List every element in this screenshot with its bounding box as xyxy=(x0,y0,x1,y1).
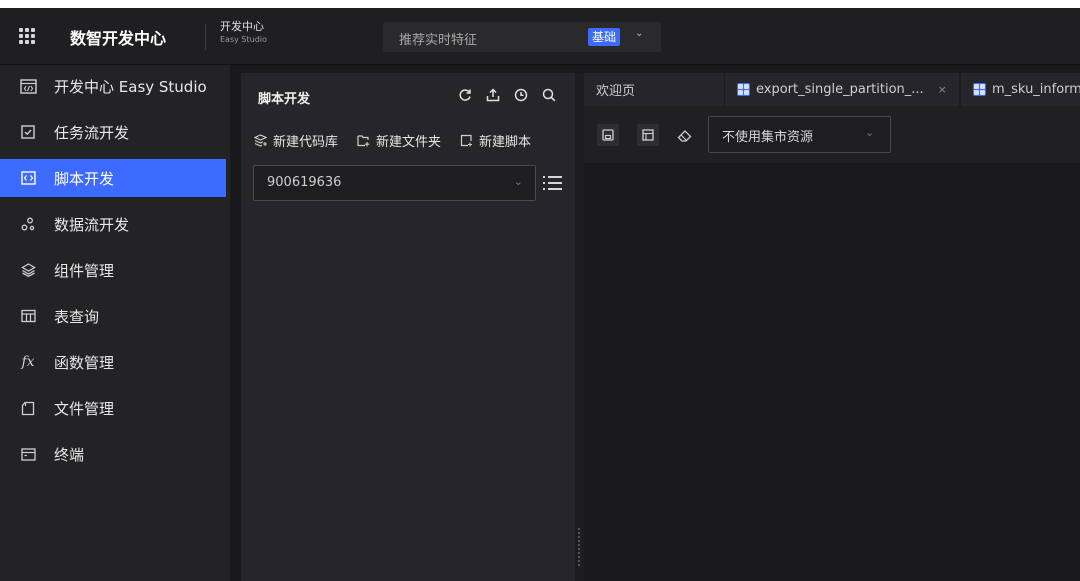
script-file-icon xyxy=(737,83,750,96)
new-script-icon xyxy=(459,134,473,148)
sidebar: 开发中心 Easy Studio 任务流开发 脚本开发 数据流开发 组件管理 表… xyxy=(0,65,230,581)
sidebar-item-label: 脚本开发 xyxy=(54,169,115,188)
project-tag: 基础 xyxy=(588,28,621,46)
resource-select-value: 不使用集市资源 xyxy=(722,130,814,145)
new-repo-button[interactable]: 新建代码库 xyxy=(253,131,338,150)
grid-icon[interactable] xyxy=(19,28,35,44)
sidebar-item-label: 函数管理 xyxy=(54,353,115,372)
table-icon xyxy=(19,307,37,325)
panel-title: 脚本开发 xyxy=(258,92,311,107)
new-repo-label: 新建代码库 xyxy=(273,135,339,150)
sidebar-item-studio[interactable]: 开发中心 Easy Studio xyxy=(0,67,226,105)
sidebar-item-script[interactable]: 脚本开发 xyxy=(0,159,226,197)
new-folder-label: 新建文件夹 xyxy=(376,135,442,150)
product-title-zh: 开发中心 xyxy=(220,20,264,33)
function-icon: fx xyxy=(21,354,35,370)
refresh-icon[interactable] xyxy=(456,86,474,104)
sidebar-item-label: 任务流开发 xyxy=(54,123,130,142)
eraser-icon[interactable] xyxy=(673,124,695,146)
app-window: 数智开发中心 开发中心 Easy Studio 推荐实时特征 基础 ⌄ 开发中心… xyxy=(0,8,1080,581)
tab-welcome[interactable]: 欢迎页 xyxy=(584,73,724,106)
close-icon[interactable]: × xyxy=(938,83,947,96)
code-editor[interactable] xyxy=(584,163,1080,581)
layout-icon[interactable] xyxy=(637,124,659,146)
chevron-down-icon: ⌄ xyxy=(513,175,523,188)
layers-icon xyxy=(19,261,37,279)
search-icon[interactable] xyxy=(540,86,558,104)
editor-toolbar: 不使用集市资源 ⌄ xyxy=(584,114,1080,156)
history-icon[interactable] xyxy=(512,86,530,104)
sidebar-item-taskflow[interactable]: 任务流开发 xyxy=(0,113,226,151)
sidebar-item-label: 数据流开发 xyxy=(54,215,130,234)
checkbox-icon xyxy=(19,123,37,141)
panel-toolbar xyxy=(456,86,558,104)
code-icon xyxy=(19,169,37,187)
editor-tabs: 欢迎页 export_single_partition_... × m_sku_… xyxy=(584,73,1080,106)
sidebar-item-dataflow[interactable]: 数据流开发 xyxy=(0,205,226,243)
brand-divider xyxy=(205,24,206,50)
panel-splitter[interactable] xyxy=(575,73,584,581)
chevron-down-icon: ⌄ xyxy=(865,126,875,139)
sidebar-item-label: 开发中心 Easy Studio xyxy=(54,77,207,96)
panel-actions: 新建代码库 新建文件夹 新建脚本 xyxy=(253,131,549,150)
sidebar-item-label: 文件管理 xyxy=(54,399,115,418)
tab-export-single-partition[interactable]: export_single_partition_... × xyxy=(725,73,959,106)
splitter-grip[interactable] xyxy=(578,528,580,566)
sidebar-item-label: 终端 xyxy=(54,445,85,464)
dataflow-icon xyxy=(19,215,37,233)
studio-icon xyxy=(19,77,37,95)
terminal-icon xyxy=(19,445,37,463)
tab-label: m_sku_inform xyxy=(992,82,1080,97)
new-folder-button[interactable]: 新建文件夹 xyxy=(356,131,441,150)
sidebar-item-table-query[interactable]: 表查询 xyxy=(0,297,226,335)
new-folder-icon xyxy=(356,134,370,148)
sidebar-item-components[interactable]: 组件管理 xyxy=(0,251,226,289)
sidebar-item-label: 组件管理 xyxy=(54,261,115,280)
project-selector[interactable]: 推荐实时特征 基础 ⌄ xyxy=(383,22,661,52)
product-title: 开发中心 Easy Studio xyxy=(220,21,267,46)
new-script-label: 新建脚本 xyxy=(479,135,532,150)
brand-title: 数智开发中心 xyxy=(70,29,167,48)
product-title-en: Easy Studio xyxy=(220,35,267,44)
tab-m-sku-inform[interactable]: m_sku_inform xyxy=(961,73,1080,106)
repo-select-value: 900619636 xyxy=(267,175,342,190)
new-script-button[interactable]: 新建脚本 xyxy=(459,131,531,150)
script-file-icon xyxy=(973,83,986,96)
sidebar-item-functions[interactable]: fx 函数管理 xyxy=(0,343,226,381)
upload-icon[interactable] xyxy=(484,86,502,104)
save-icon[interactable] xyxy=(597,124,619,146)
sidebar-item-terminal[interactable]: 终端 xyxy=(0,435,226,473)
chevron-down-icon[interactable]: ⌄ xyxy=(635,28,643,39)
folder-icon xyxy=(19,399,37,417)
editor-area: 欢迎页 export_single_partition_... × m_sku_… xyxy=(584,73,1080,581)
sidebar-item-label: 表查询 xyxy=(54,307,100,326)
resource-select[interactable]: 不使用集市资源 ⌄ xyxy=(708,116,891,153)
repo-select[interactable]: 900619636 ⌄ xyxy=(253,165,536,201)
new-repo-icon xyxy=(253,134,267,148)
list-icon[interactable] xyxy=(543,173,563,193)
sidebar-item-files[interactable]: 文件管理 xyxy=(0,389,226,427)
project-name: 推荐实时特征 xyxy=(399,33,478,48)
tab-label: export_single_partition_... xyxy=(756,82,924,97)
tab-label: 欢迎页 xyxy=(596,84,636,99)
script-panel: 脚本开发 新建代码库 新建文件夹 新建脚本 900619636 ⌄ xyxy=(241,73,575,581)
top-bar: 数智开发中心 开发中心 Easy Studio 推荐实时特征 基础 ⌄ xyxy=(0,8,1080,65)
